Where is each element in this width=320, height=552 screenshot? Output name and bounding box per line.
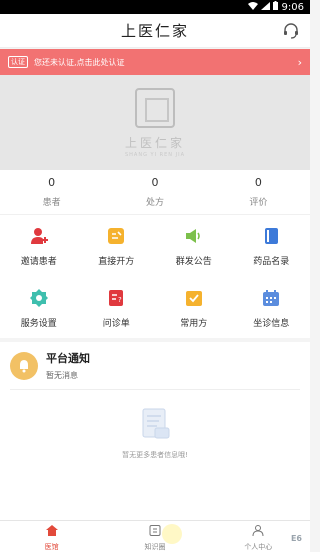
wifi-icon	[247, 1, 258, 13]
certification-message: 您还未认证,点击此处认证	[34, 57, 125, 67]
stat-value: 0	[254, 176, 262, 189]
stat-label: 患者	[42, 198, 61, 208]
stat-label: 评价	[249, 198, 268, 208]
empty-state: 暂无更多患者信息哦!	[0, 404, 310, 460]
function-grid: 邀请患者 直接开方 群发公告 药品名录 服务设置 ? 问诊单 常用方 坐诊信息	[0, 214, 310, 338]
hero-banner: 上医仁家 SHANG YI REN JIA	[0, 75, 310, 170]
notice-subtitle: 暂无消息	[46, 371, 78, 380]
page-title: 上医仁家	[120, 22, 189, 40]
grid-item-drug-catalog[interactable]: 药品名录	[233, 215, 311, 277]
logo-subtext: SHANG YI REN JIA	[124, 151, 185, 158]
grid-item-label: 邀请患者	[20, 256, 57, 267]
stats-row: 0 患者 0 处方 0 评价	[0, 170, 310, 214]
drug-catalog-icon	[261, 226, 281, 246]
grid-item-label: 药品名录	[253, 256, 290, 267]
grid-item-consult-form[interactable]: ? 问诊单	[78, 277, 156, 339]
grid-item-label: 服务设置	[20, 318, 57, 329]
empty-message: 暂无更多患者信息哦!	[122, 451, 188, 459]
knowledge-icon	[149, 521, 161, 540]
tab-label: 知识圈	[144, 543, 166, 551]
bell-icon	[10, 351, 38, 380]
empty-document-icon	[135, 404, 175, 444]
logo-text: 上医仁家	[124, 135, 185, 150]
grid-item-common-prescription[interactable]: 常用方	[155, 277, 233, 339]
stat-patients[interactable]: 0 患者	[0, 170, 103, 214]
signal-icon	[260, 1, 270, 13]
consult-form-icon: ?	[106, 288, 126, 308]
logo-icon	[135, 87, 175, 128]
stat-reviews[interactable]: 0 评价	[207, 170, 310, 214]
certification-badge: 认证	[8, 56, 28, 68]
grid-item-invite-patient[interactable]: 邀请患者	[0, 215, 78, 277]
grid-item-label: 问诊单	[102, 318, 130, 329]
notice-header[interactable]: 平台通知 暂无消息	[0, 342, 310, 381]
grid-item-clinic-info[interactable]: 坐诊信息	[233, 277, 311, 339]
tab-label: 个人中心	[244, 543, 273, 551]
touch-indicator	[162, 524, 182, 544]
invite-patient-icon	[29, 226, 49, 246]
stat-value: 0	[151, 176, 159, 189]
service-settings-icon	[29, 288, 49, 308]
chevron-right-icon: ›	[297, 55, 302, 69]
stat-value: 0	[48, 176, 56, 189]
stat-label: 处方	[145, 198, 164, 208]
notice-title: 平台通知	[46, 352, 90, 365]
customer-service-icon[interactable]	[282, 22, 300, 40]
broadcast-icon	[184, 226, 204, 246]
grid-item-service-settings[interactable]: 服务设置	[0, 277, 78, 339]
grid-item-label: 直接开方	[98, 256, 135, 267]
prescribe-icon	[106, 226, 126, 246]
common-prescription-icon	[184, 288, 204, 308]
home-icon	[45, 521, 58, 540]
battery-icon	[272, 1, 278, 13]
notice-text: 平台通知 暂无消息	[46, 350, 90, 381]
platform-notice-panel: 平台通知 暂无消息 暂无更多患者信息哦!	[0, 342, 310, 520]
status-bar: 9:06	[0, 0, 310, 14]
watermark: E6	[290, 534, 302, 543]
tab-knowledge[interactable]: 知识圈	[103, 521, 206, 552]
svg-text:?: ?	[118, 296, 122, 304]
tab-clinic[interactable]: 医馆	[0, 521, 103, 552]
grid-item-label: 群发公告	[175, 256, 212, 267]
status-icons	[247, 1, 278, 13]
status-time: 9:06	[281, 1, 304, 13]
stat-prescriptions[interactable]: 0 处方	[103, 170, 206, 214]
certification-banner[interactable]: 认证 您还未认证,点击此处认证 ›	[0, 49, 310, 75]
grid-item-label: 常用方	[180, 318, 208, 329]
profile-icon	[252, 521, 264, 540]
divider	[10, 389, 300, 390]
clinic-calendar-icon	[261, 288, 281, 308]
grid-item-prescribe[interactable]: 直接开方	[78, 215, 156, 277]
tab-label: 医馆	[44, 543, 59, 551]
bottom-tab-bar: 医馆 知识圈 个人中心	[0, 520, 310, 552]
app-header: 上医仁家	[0, 14, 310, 48]
grid-item-broadcast[interactable]: 群发公告	[155, 215, 233, 277]
grid-item-label: 坐诊信息	[253, 318, 290, 329]
